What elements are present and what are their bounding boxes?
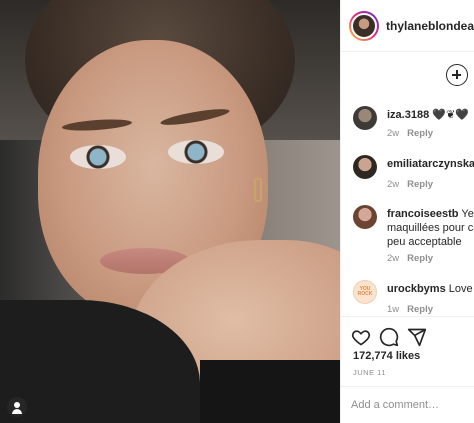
add-comment-field[interactable]: Add a comment… xyxy=(341,386,474,423)
post-date: JUNE 11 xyxy=(353,368,386,377)
comment-age: 2w xyxy=(387,253,400,264)
add-comment-placeholder: Add a comment… xyxy=(351,399,440,411)
post-side-panel: thylaneblondeau iza.3188 🖤❦🖤 2w Reply emi… xyxy=(340,0,474,423)
user-tag-icon[interactable] xyxy=(7,397,27,417)
reply-link[interactable]: Reply xyxy=(407,179,433,190)
reply-link[interactable]: Reply xyxy=(407,128,433,139)
comment-username[interactable]: urockbyms xyxy=(387,283,446,295)
photo-eye-left xyxy=(70,145,126,169)
photo-earring xyxy=(254,178,262,202)
photo-clothing-right xyxy=(200,360,340,423)
author-username[interactable]: thylaneblondeau xyxy=(386,19,474,33)
commenter-avatar[interactable]: YOU ROCK xyxy=(353,280,377,304)
heart-icon[interactable] xyxy=(351,327,371,347)
post-header: thylaneblondeau xyxy=(341,0,474,52)
comment-text-continued: maquillées pour cac peu acceptable xyxy=(387,222,474,248)
reply-link[interactable]: Reply xyxy=(407,253,433,264)
comment-age: 1w xyxy=(387,304,400,315)
comment-age: 2w xyxy=(387,128,400,139)
comment-icon[interactable] xyxy=(379,327,399,347)
add-circle-icon[interactable] xyxy=(446,64,468,86)
share-icon[interactable] xyxy=(407,327,427,347)
comment-username[interactable]: iza.3188 xyxy=(387,109,429,121)
author-avatar[interactable] xyxy=(349,11,379,41)
likes-count[interactable]: 172,774 likes xyxy=(353,350,420,362)
commenter-avatar[interactable] xyxy=(353,155,377,179)
comment-text: 🖤❦🖤 xyxy=(432,109,469,121)
post-actions xyxy=(341,316,474,352)
commenter-avatar[interactable] xyxy=(353,205,377,229)
post-photo[interactable] xyxy=(0,0,340,423)
comment-text: Love thi xyxy=(448,283,474,295)
comment-text: Yeux xyxy=(461,208,474,220)
reply-link[interactable]: Reply xyxy=(407,304,433,315)
commenter-avatar[interactable] xyxy=(353,106,377,130)
photo-eye-right xyxy=(168,140,224,164)
comment-username[interactable]: emiliatarczynska xyxy=(387,158,474,170)
comment-age: 2w xyxy=(387,179,400,190)
comment-username[interactable]: francoiseestb xyxy=(387,208,459,220)
